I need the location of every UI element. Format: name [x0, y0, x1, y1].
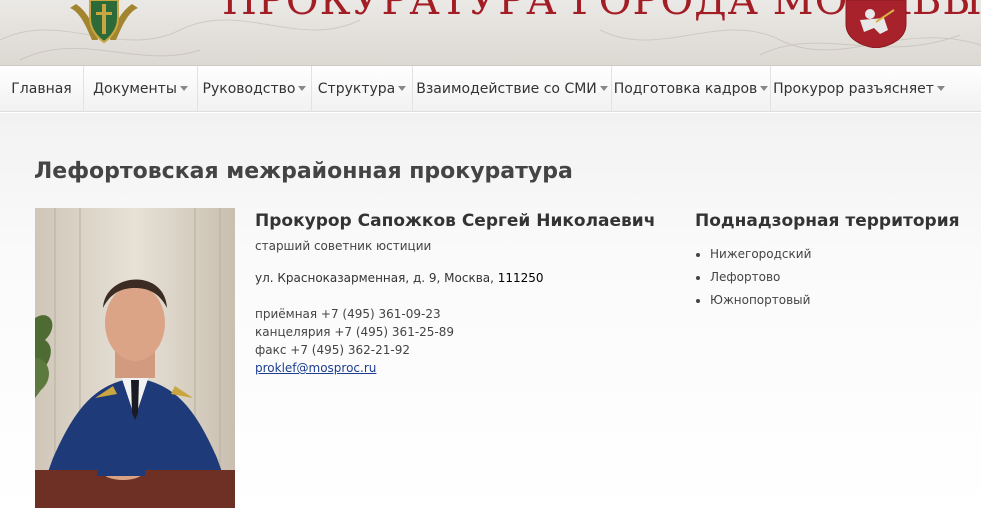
nav-item-media[interactable]: Взаимодействие со СМИ	[413, 66, 612, 112]
chevron-down-icon	[179, 86, 188, 91]
prosecutor-emblem-icon[interactable]	[62, 0, 146, 48]
nav-item-label: Руководство	[202, 81, 296, 97]
main-content: Лефортовская межрайонная прокуратура Про…	[0, 113, 981, 515]
nav-item-label: Взаимодействие со СМИ	[416, 81, 597, 97]
territory-title: Поднадзорная территория	[695, 211, 960, 231]
list-item: Южнопортовый	[695, 289, 975, 312]
site-header: ПРОКУРАТУРА ГОРОДА МОСКВЫ	[0, 0, 981, 66]
nav-item-label: Прокурор разъясняет	[773, 81, 934, 97]
address: ул. Красноказарменная, д. 9, Москва, 111…	[255, 271, 655, 285]
email-link[interactable]: proklef@mosproc.ru	[255, 361, 376, 375]
address-zip: 111250	[497, 271, 544, 285]
list-item: Нижегородский	[695, 243, 975, 266]
nav-item-explains[interactable]: Прокурор разъясняет	[771, 66, 947, 112]
nav-item-leadership[interactable]: Руководство	[198, 66, 312, 112]
chevron-down-icon	[936, 86, 945, 91]
person-card: Прокурор Сапожков Сергей Николаевич стар…	[255, 211, 655, 377]
chevron-down-icon	[760, 86, 769, 91]
moscow-coat-of-arms-icon[interactable]	[840, 0, 912, 48]
territory-list: Нижегородский Лефортово Южнопортовый	[695, 243, 975, 312]
main-nav: Главная Документы Руководство Структура …	[0, 66, 981, 112]
chevron-down-icon	[599, 86, 608, 91]
nav-item-label: Документы	[93, 81, 177, 97]
nav-item-training[interactable]: Подготовка кадров	[612, 66, 771, 112]
fax-number: факс +7 (495) 362-21-92	[255, 343, 410, 357]
nav-item-label: Главная	[11, 81, 72, 97]
chevron-down-icon	[298, 86, 307, 91]
nav-item-label: Структура	[317, 81, 396, 97]
nav-item-structure[interactable]: Структура	[312, 66, 413, 112]
contacts: приёмная +7 (495) 361-09-23 канцелярия +…	[255, 305, 655, 377]
person-rank: старший советник юстиции	[255, 239, 432, 253]
address-street: ул. Красноказарменная, д. 9, Москва,	[255, 271, 498, 285]
reception-phone: приёмная +7 (495) 361-09-23	[255, 307, 441, 321]
prosecutor-photo	[35, 208, 235, 508]
nav-item-documents[interactable]: Документы	[84, 66, 198, 112]
person-name: Прокурор Сапожков Сергей Николаевич	[255, 211, 656, 231]
page-title: Лефортовская межрайонная прокуратура	[34, 159, 573, 184]
chevron-down-icon	[398, 86, 407, 91]
office-phone: канцелярия +7 (495) 361-25-89	[255, 325, 455, 339]
territory-section: Поднадзорная территория Нижегородский Ле…	[695, 211, 975, 312]
nav-item-label: Подготовка кадров	[613, 81, 758, 97]
list-item: Лефортово	[695, 266, 975, 289]
nav-item-main[interactable]: Главная	[0, 66, 84, 112]
